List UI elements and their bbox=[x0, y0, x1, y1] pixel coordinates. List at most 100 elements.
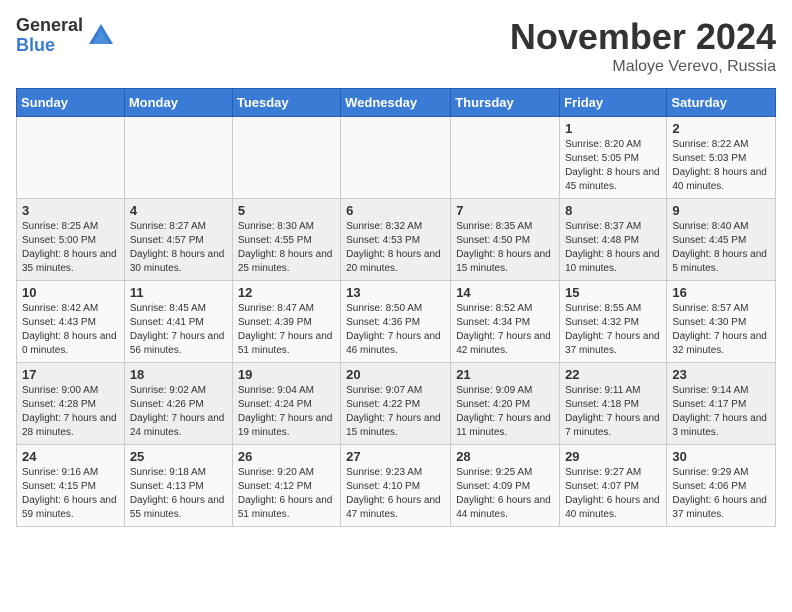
day-info: Sunrise: 9:29 AM Sunset: 4:06 PM Dayligh… bbox=[672, 466, 770, 522]
day-number: 30 bbox=[672, 449, 770, 464]
header-wednesday: Wednesday bbox=[341, 89, 451, 117]
day-info: Sunrise: 8:45 AM Sunset: 4:41 PM Dayligh… bbox=[130, 302, 227, 358]
day-info: Sunrise: 8:42 AM Sunset: 4:43 PM Dayligh… bbox=[22, 302, 119, 358]
day-number: 16 bbox=[672, 285, 770, 300]
day-info: Sunrise: 9:11 AM Sunset: 4:18 PM Dayligh… bbox=[565, 384, 661, 440]
day-number: 3 bbox=[22, 203, 119, 218]
calendar-cell: 28Sunrise: 9:25 AM Sunset: 4:09 PM Dayli… bbox=[451, 445, 560, 527]
logo: General Blue bbox=[16, 16, 115, 56]
header-tuesday: Tuesday bbox=[232, 89, 340, 117]
month-title: November 2024 bbox=[510, 16, 776, 58]
calendar-cell bbox=[17, 117, 125, 199]
calendar-cell: 13 Sunrise: 8:50 AM Sunset: 4:36 PM Dayli… bbox=[341, 281, 451, 363]
day-info: Sunrise: 9:16 AM Sunset: 4:15 PM Dayligh… bbox=[22, 466, 119, 522]
day-number: 9 bbox=[672, 203, 770, 218]
calendar-cell: 12 Sunrise: 8:47 AM Sunset: 4:39 PM Dayli… bbox=[232, 281, 340, 363]
calendar-cell bbox=[451, 117, 560, 199]
calendar-cell: 27Sunrise: 9:23 AM Sunset: 4:10 PM Dayli… bbox=[341, 445, 451, 527]
day-number: 13 bbox=[346, 285, 445, 300]
day-number: 14 bbox=[456, 285, 554, 300]
calendar-cell: 24Sunrise: 9:16 AM Sunset: 4:15 PM Dayli… bbox=[17, 445, 125, 527]
day-number: 4 bbox=[130, 203, 227, 218]
day-info: Sunrise: 8:52 AM Sunset: 4:34 PM Dayligh… bbox=[456, 302, 554, 358]
calendar-cell: 29 Sunrise: 9:27 AM Sunset: 4:07 PM Dayli… bbox=[560, 445, 667, 527]
day-info: Sunrise: 8:22 AM Sunset: 5:03 PM Dayligh… bbox=[672, 138, 770, 194]
calendar-cell: 15 Sunrise: 8:55 AM Sunset: 4:32 PM Dayli… bbox=[560, 281, 667, 363]
day-info: Sunrise: 8:37 AM Sunset: 4:48 PM Dayligh… bbox=[565, 220, 661, 276]
calendar-cell: 25Sunrise: 9:18 AM Sunset: 4:13 PM Dayli… bbox=[124, 445, 232, 527]
calendar-cell bbox=[341, 117, 451, 199]
calendar-cell: 22 Sunrise: 9:11 AM Sunset: 4:18 PM Dayli… bbox=[560, 363, 667, 445]
logo-icon bbox=[87, 22, 115, 50]
location: Maloye Verevo, Russia bbox=[510, 58, 776, 76]
day-number: 28 bbox=[456, 449, 554, 464]
day-number: 8 bbox=[565, 203, 661, 218]
calendar-cell: 8 Sunrise: 8:37 AM Sunset: 4:48 PM Daylig… bbox=[560, 199, 667, 281]
day-info: Sunrise: 8:50 AM Sunset: 4:36 PM Dayligh… bbox=[346, 302, 445, 358]
calendar-cell: 18Sunrise: 9:02 AM Sunset: 4:26 PM Dayli… bbox=[124, 363, 232, 445]
day-info: Sunrise: 8:30 AM Sunset: 4:55 PM Dayligh… bbox=[238, 220, 335, 276]
calendar-cell: 30 Sunrise: 9:29 AM Sunset: 4:06 PM Dayli… bbox=[667, 445, 776, 527]
calendar-cell bbox=[124, 117, 232, 199]
day-number: 18 bbox=[130, 367, 227, 382]
calendar-cell: 2 Sunrise: 8:22 AM Sunset: 5:03 PM Daylig… bbox=[667, 117, 776, 199]
calendar-cell: 7 Sunrise: 8:35 AM Sunset: 4:50 PM Daylig… bbox=[451, 199, 560, 281]
day-number: 12 bbox=[238, 285, 335, 300]
calendar-cell: 9Sunrise: 8:40 AM Sunset: 4:45 PM Daylig… bbox=[667, 199, 776, 281]
day-number: 21 bbox=[456, 367, 554, 382]
calendar-header-row: SundayMondayTuesdayWednesdayThursdayFrid… bbox=[17, 89, 776, 117]
day-info: Sunrise: 8:32 AM Sunset: 4:53 PM Dayligh… bbox=[346, 220, 445, 276]
header-thursday: Thursday bbox=[451, 89, 560, 117]
day-number: 6 bbox=[346, 203, 445, 218]
calendar-cell: 5 Sunrise: 8:30 AM Sunset: 4:55 PM Daylig… bbox=[232, 199, 340, 281]
day-number: 29 bbox=[565, 449, 661, 464]
calendar-cell: 10 Sunrise: 8:42 AM Sunset: 4:43 PM Dayli… bbox=[17, 281, 125, 363]
day-number: 2 bbox=[672, 121, 770, 136]
calendar-cell: 21Sunrise: 9:09 AM Sunset: 4:20 PM Dayli… bbox=[451, 363, 560, 445]
calendar-cell: 11 Sunrise: 8:45 AM Sunset: 4:41 PM Dayli… bbox=[124, 281, 232, 363]
logo-general: General bbox=[16, 16, 83, 36]
day-number: 1 bbox=[565, 121, 661, 136]
calendar-cell: 4 Sunrise: 8:27 AM Sunset: 4:57 PM Daylig… bbox=[124, 199, 232, 281]
calendar-cell: 16Sunrise: 8:57 AM Sunset: 4:30 PM Dayli… bbox=[667, 281, 776, 363]
day-info: Sunrise: 9:27 AM Sunset: 4:07 PM Dayligh… bbox=[565, 466, 661, 522]
calendar-table: SundayMondayTuesdayWednesdayThursdayFrid… bbox=[16, 88, 776, 527]
calendar-cell: 26Sunrise: 9:20 AM Sunset: 4:12 PM Dayli… bbox=[232, 445, 340, 527]
header-monday: Monday bbox=[124, 89, 232, 117]
day-number: 10 bbox=[22, 285, 119, 300]
header-saturday: Saturday bbox=[667, 89, 776, 117]
day-info: Sunrise: 8:35 AM Sunset: 4:50 PM Dayligh… bbox=[456, 220, 554, 276]
calendar-cell: 20Sunrise: 9:07 AM Sunset: 4:22 PM Dayli… bbox=[341, 363, 451, 445]
day-info: Sunrise: 8:47 AM Sunset: 4:39 PM Dayligh… bbox=[238, 302, 335, 358]
calendar-cell: 23 Sunrise: 9:14 AM Sunset: 4:17 PM Dayli… bbox=[667, 363, 776, 445]
day-info: Sunrise: 8:27 AM Sunset: 4:57 PM Dayligh… bbox=[130, 220, 227, 276]
day-info: Sunrise: 8:55 AM Sunset: 4:32 PM Dayligh… bbox=[565, 302, 661, 358]
calendar-week-5: 24Sunrise: 9:16 AM Sunset: 4:15 PM Dayli… bbox=[17, 445, 776, 527]
logo-blue: Blue bbox=[16, 36, 83, 56]
day-info: Sunrise: 9:14 AM Sunset: 4:17 PM Dayligh… bbox=[672, 384, 770, 440]
day-info: Sunrise: 9:20 AM Sunset: 4:12 PM Dayligh… bbox=[238, 466, 335, 522]
page-header: General Blue November 2024 Maloye Verevo… bbox=[16, 16, 776, 76]
header-friday: Friday bbox=[560, 89, 667, 117]
day-number: 7 bbox=[456, 203, 554, 218]
day-number: 23 bbox=[672, 367, 770, 382]
calendar-week-3: 10 Sunrise: 8:42 AM Sunset: 4:43 PM Dayli… bbox=[17, 281, 776, 363]
header-sunday: Sunday bbox=[17, 89, 125, 117]
day-number: 11 bbox=[130, 285, 227, 300]
day-number: 15 bbox=[565, 285, 661, 300]
day-number: 5 bbox=[238, 203, 335, 218]
day-info: Sunrise: 9:18 AM Sunset: 4:13 PM Dayligh… bbox=[130, 466, 227, 522]
calendar-cell: 1 Sunrise: 8:20 AM Sunset: 5:05 PM Daylig… bbox=[560, 117, 667, 199]
day-number: 22 bbox=[565, 367, 661, 382]
day-info: Sunrise: 9:04 AM Sunset: 4:24 PM Dayligh… bbox=[238, 384, 335, 440]
title-block: November 2024 Maloye Verevo, Russia bbox=[510, 16, 776, 76]
calendar-cell: 14 Sunrise: 8:52 AM Sunset: 4:34 PM Dayli… bbox=[451, 281, 560, 363]
calendar-cell: 6 Sunrise: 8:32 AM Sunset: 4:53 PM Daylig… bbox=[341, 199, 451, 281]
calendar-cell bbox=[232, 117, 340, 199]
day-number: 20 bbox=[346, 367, 445, 382]
day-info: Sunrise: 9:23 AM Sunset: 4:10 PM Dayligh… bbox=[346, 466, 445, 522]
calendar-cell: 19Sunrise: 9:04 AM Sunset: 4:24 PM Dayli… bbox=[232, 363, 340, 445]
day-info: Sunrise: 8:20 AM Sunset: 5:05 PM Dayligh… bbox=[565, 138, 661, 194]
calendar-week-4: 17Sunrise: 9:00 AM Sunset: 4:28 PM Dayli… bbox=[17, 363, 776, 445]
day-info: Sunrise: 8:25 AM Sunset: 5:00 PM Dayligh… bbox=[22, 220, 119, 276]
